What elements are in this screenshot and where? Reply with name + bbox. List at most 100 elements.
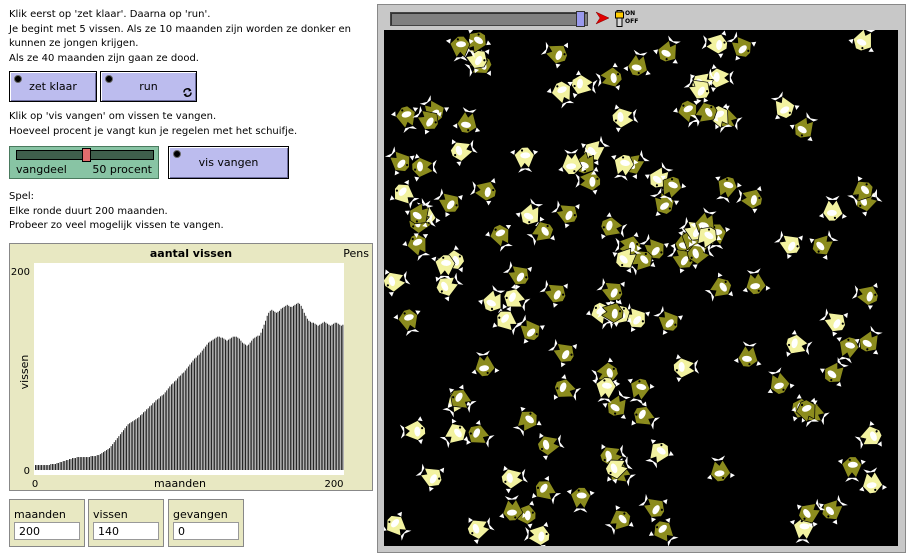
histogram-bar bbox=[220, 337, 222, 470]
histogram-bar bbox=[109, 448, 111, 470]
histogram-bar bbox=[36, 465, 38, 471]
histogram-bar bbox=[146, 409, 148, 471]
catch-info-line: Klik op 'vis vangen' om vissen te vangen… bbox=[9, 111, 217, 122]
monitor-label: gevangen bbox=[173, 508, 228, 521]
histogram-bar bbox=[243, 343, 245, 470]
adult-fish bbox=[732, 340, 765, 369]
histogram-bar bbox=[44, 465, 46, 471]
slider-value: 50 procent bbox=[92, 163, 152, 176]
speed-slider-thumb[interactable] bbox=[576, 11, 585, 27]
run-button-label: run bbox=[139, 80, 158, 93]
catch-fish-button-label: vis vangen bbox=[198, 156, 259, 169]
y-tick-label: 200 bbox=[11, 267, 30, 278]
monitor-label: maanden bbox=[14, 508, 66, 521]
adult-fish bbox=[816, 352, 855, 391]
histogram-bar bbox=[209, 341, 211, 470]
histogram-bar bbox=[58, 463, 60, 470]
histogram-bar bbox=[130, 422, 132, 470]
toggle-off-label: OFF bbox=[625, 18, 639, 25]
histogram-bar bbox=[234, 336, 236, 470]
histogram-bar bbox=[73, 458, 75, 470]
histogram-bar bbox=[93, 456, 95, 470]
histogram-bar bbox=[204, 346, 206, 470]
young-fish bbox=[610, 101, 640, 134]
adult-fish bbox=[565, 486, 596, 514]
histogram-bar bbox=[218, 336, 220, 470]
histogram-bar bbox=[248, 344, 250, 470]
histogram-bar bbox=[160, 396, 161, 470]
histogram-bar bbox=[177, 378, 178, 470]
adult-fish bbox=[703, 453, 736, 484]
setup-button[interactable]: zet klaar bbox=[9, 71, 97, 102]
histogram-bar bbox=[186, 368, 188, 470]
histogram-bar bbox=[299, 303, 301, 470]
vangdeel-slider[interactable]: vangdeel 50 procent bbox=[9, 146, 159, 179]
histogram-bar bbox=[215, 337, 217, 470]
catch-fish-button[interactable]: vis vangen bbox=[168, 146, 289, 179]
histogram-bar bbox=[143, 412, 144, 470]
young-fish bbox=[855, 465, 889, 496]
histogram-bar bbox=[116, 438, 118, 470]
histogram-bar bbox=[119, 434, 121, 470]
histogram-bar bbox=[123, 430, 124, 470]
histogram-bar bbox=[118, 436, 120, 470]
speed-slider[interactable] bbox=[390, 11, 588, 27]
adult-fish bbox=[849, 277, 882, 312]
young-fish bbox=[764, 87, 803, 125]
histogram-bar bbox=[59, 462, 61, 470]
histogram-bar bbox=[115, 440, 117, 470]
run-button[interactable]: run bbox=[100, 71, 197, 102]
histogram-bar bbox=[89, 457, 90, 470]
monitor-label: vissen bbox=[93, 508, 128, 521]
histogram-bar bbox=[144, 411, 146, 470]
histogram-bar bbox=[289, 306, 291, 470]
adult-fish bbox=[851, 321, 890, 359]
monitor-value: 0 bbox=[173, 522, 239, 540]
histogram-bar bbox=[262, 328, 263, 470]
histogram-bar bbox=[316, 324, 318, 470]
adult-fish bbox=[535, 273, 572, 311]
adult-fish bbox=[650, 31, 688, 68]
histogram-bar bbox=[95, 456, 97, 470]
histogram-bar bbox=[75, 458, 77, 470]
histogram-bar bbox=[135, 419, 137, 470]
young-fish bbox=[498, 461, 530, 495]
histogram-bar bbox=[331, 324, 333, 470]
adult-fish bbox=[805, 224, 844, 263]
young-fish bbox=[384, 263, 413, 299]
adult-fish bbox=[786, 107, 825, 146]
histogram-bar bbox=[35, 465, 36, 471]
view-update-toggle[interactable]: ON OFF bbox=[615, 10, 639, 27]
histogram-bar bbox=[310, 321, 311, 470]
histogram-bar bbox=[297, 302, 299, 470]
slider-thumb[interactable] bbox=[82, 148, 91, 162]
histogram-bar bbox=[92, 456, 94, 470]
histogram-bar bbox=[249, 342, 251, 470]
young-fish bbox=[384, 507, 417, 546]
adult-fish bbox=[760, 364, 797, 399]
histogram-bar bbox=[64, 461, 66, 470]
histogram-bar bbox=[107, 449, 109, 470]
histogram-bar bbox=[195, 357, 197, 470]
world-view[interactable] bbox=[384, 30, 898, 546]
histogram-bar bbox=[180, 375, 182, 470]
histogram-bar bbox=[138, 417, 140, 470]
view-panel: ON OFF bbox=[377, 4, 906, 553]
histogram-bar bbox=[155, 400, 157, 470]
histogram-bar bbox=[166, 390, 168, 470]
adult-fish bbox=[384, 140, 418, 180]
histogram-bar bbox=[121, 432, 123, 470]
adult-fish bbox=[543, 332, 581, 371]
histogram-bar bbox=[99, 454, 101, 470]
histogram-bar bbox=[223, 338, 225, 470]
histogram-bar bbox=[90, 456, 92, 470]
histogram-bar bbox=[102, 452, 104, 470]
forever-icon bbox=[183, 88, 192, 97]
play-arrow-icon bbox=[595, 11, 610, 25]
histogram-bar bbox=[237, 337, 239, 470]
histogram-bar bbox=[96, 455, 98, 470]
histogram-bar bbox=[76, 457, 78, 470]
intro-line: Als ze 40 maanden zijn gaan ze dood. bbox=[9, 52, 199, 64]
histogram-bar bbox=[87, 457, 89, 470]
histogram-bar bbox=[70, 459, 72, 471]
